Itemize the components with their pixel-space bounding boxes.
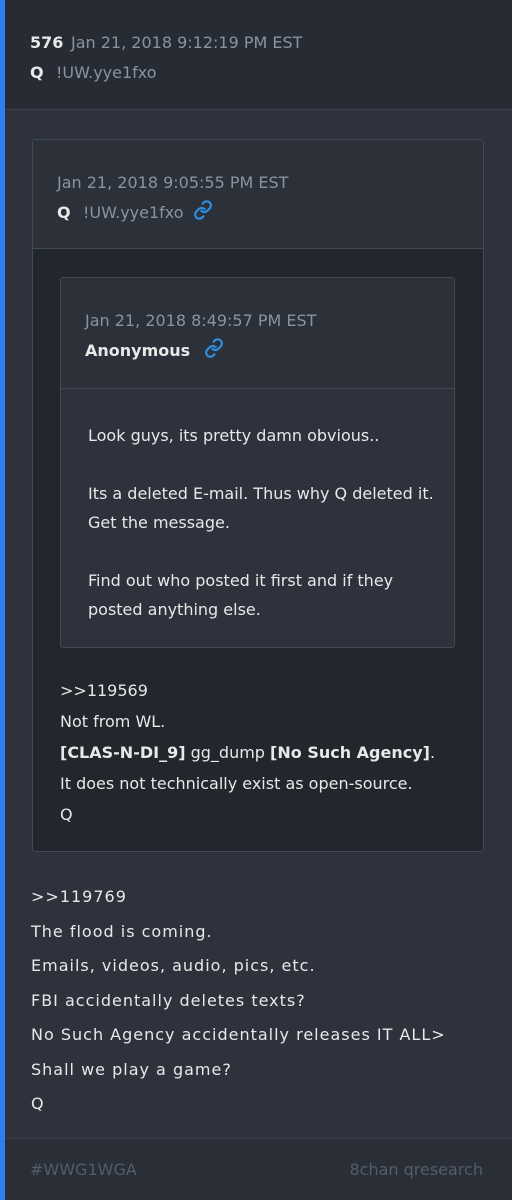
post-footer: #WWG1WGA 8chan qresearch: [5, 1138, 512, 1200]
quoted-post-author: Q: [57, 203, 71, 222]
nested-quote-author: Anonymous: [85, 341, 191, 360]
post-body: >>119769 The flood is coming. Emails, vi…: [31, 880, 501, 1122]
quoted-post-date: Jan 21, 2018 9:05:55 PM EST: [57, 173, 289, 192]
link-icon[interactable]: [193, 200, 213, 220]
body-text: .: [429, 743, 436, 762]
link-icon[interactable]: [204, 338, 224, 358]
quoted-post-tripcode: !UW.yye1fxo: [83, 203, 184, 222]
post-header: 576 Jan 21, 2018 9:12:19 PM EST Q !UW.yy…: [5, 0, 512, 110]
post-tripcode: !UW.yye1fxo: [56, 63, 157, 82]
body-line: No Such Agency accidentally releases IT …: [31, 1025, 446, 1044]
post-card: 576 Jan 21, 2018 9:12:19 PM EST Q !UW.yy…: [5, 0, 512, 1200]
nested-quote-paragraph: Look guys, its pretty damn obvious..: [88, 426, 380, 445]
body-text: gg_dump: [185, 743, 271, 762]
body-signature: Q: [31, 1094, 45, 1113]
post-date: Jan 21, 2018 9:12:19 PM EST: [71, 33, 303, 52]
body-line: FBI accidentally deletes texts?: [31, 990, 306, 1010]
post-number[interactable]: 576: [30, 33, 63, 52]
nested-quote-paragraph: Its a deleted E-mail. Thus why Q deleted…: [88, 484, 434, 532]
nested-quote-paragraph: Find out who posted it first and if they…: [88, 571, 394, 619]
quoted-post-header: Jan 21, 2018 9:05:55 PM EST Q !UW.yye1fx…: [33, 140, 483, 249]
body-line: Shall we play a game?: [31, 1059, 232, 1079]
nested-quote-header: Jan 21, 2018 8:49:57 PM EST Anonymous: [61, 278, 454, 389]
source-label: 8chan qresearch: [349, 1160, 483, 1179]
reply-reference[interactable]: >>119569: [60, 675, 470, 706]
body-line: Emails, videos, audio, pics, etc.: [31, 956, 316, 975]
body-signature: Q: [60, 805, 73, 824]
body-line: It does not technically exist as open-so…: [60, 774, 413, 793]
body-line: The flood is coming.: [31, 921, 213, 941]
body-line: Not from WL.: [60, 712, 166, 731]
bold-tag: [CLAS-N-DI_9]: [60, 743, 186, 762]
post-author: Q: [30, 63, 44, 82]
nested-quote-date: Jan 21, 2018 8:49:57 PM EST: [85, 311, 317, 330]
quoted-post-body: >>119569 Not from WL. [CLAS-N-DI_9] gg_d…: [60, 675, 470, 830]
hashtag: #WWG1WGA: [30, 1160, 137, 1179]
nested-quote-body: Look guys, its pretty damn obvious.. Its…: [88, 421, 438, 624]
nested-quote: Jan 21, 2018 8:49:57 PM EST Anonymous Lo…: [60, 277, 455, 648]
body-line: [CLAS-N-DI_9] gg_dump [No Such Agency].: [60, 737, 470, 768]
bold-tag: [No Such Agency]: [270, 743, 430, 762]
quoted-post: Jan 21, 2018 9:05:55 PM EST Q !UW.yye1fx…: [32, 139, 484, 852]
reply-reference[interactable]: >>119769: [31, 880, 501, 915]
